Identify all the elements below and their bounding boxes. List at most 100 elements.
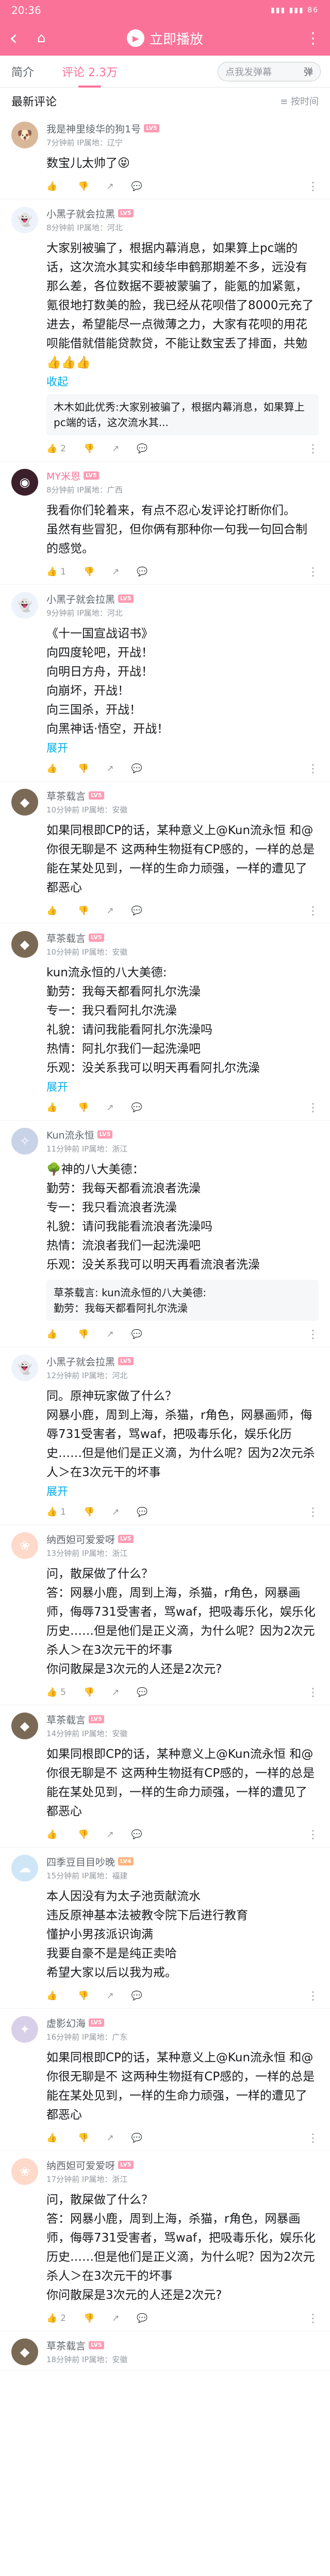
avatar[interactable]: 🐶 <box>11 122 38 148</box>
username[interactable]: 虚影幻海 <box>46 2016 86 2030</box>
reply-icon[interactable]: 💬 <box>137 2313 147 2324</box>
thumbs-down-icon[interactable]: 👎 <box>78 1329 89 1340</box>
username[interactable]: 纳西妲可爱爱呀 <box>46 2158 115 2172</box>
quoted-reply[interactable]: 木木如此优秀:大家别被骗了，根据内幕消息，如果算上pc端的话，这次流水其... <box>46 394 319 435</box>
comment-more-icon[interactable]: ⋮ <box>307 1101 319 1114</box>
home-icon[interactable]: ⌂ <box>37 30 58 46</box>
thumbs-down-icon[interactable]: 👎 <box>84 444 94 454</box>
comment-more-icon[interactable]: ⋮ <box>307 1990 319 2003</box>
username-row[interactable]: 草茶载言 LV5 <box>46 2338 319 2352</box>
reply-icon[interactable]: 💬 <box>131 1329 142 1340</box>
avatar[interactable]: ◉ <box>11 469 38 496</box>
reply-icon[interactable]: 💬 <box>131 764 142 774</box>
username[interactable]: 草茶载言 <box>46 931 86 945</box>
like-button[interactable]: 👍 1 <box>46 1507 66 1517</box>
play-now-button[interactable]: ▶ 立即播放 <box>126 29 203 48</box>
share-icon[interactable]: ↗ <box>106 2133 113 2143</box>
thumbs-down-icon[interactable]: 👎 <box>78 1829 89 1840</box>
username[interactable]: 草茶载言 <box>46 1713 86 1726</box>
username[interactable]: 小黑子就会拉黑 <box>46 207 115 221</box>
comment-more-icon[interactable]: ⋮ <box>307 180 319 193</box>
comment-more-icon[interactable]: ⋮ <box>307 566 319 579</box>
thumbs-down-icon[interactable]: 👎 <box>78 1991 89 2001</box>
reply-icon[interactable]: 💬 <box>131 1991 142 2001</box>
comment-more-icon[interactable]: ⋮ <box>307 2312 319 2325</box>
back-icon[interactable]: ‹ <box>9 28 30 48</box>
like-button[interactable]: 👍 5 <box>46 1687 66 1698</box>
comment-more-icon[interactable]: ⋮ <box>307 1686 319 1699</box>
like-button[interactable]: 👍 <box>46 1829 60 1840</box>
expand-toggle[interactable]: 收起 <box>46 374 319 389</box>
share-icon[interactable]: ↗ <box>112 1687 119 1698</box>
thumbs-down-icon[interactable]: 👎 <box>84 2313 94 2324</box>
reply-icon[interactable]: 💬 <box>137 1507 147 1517</box>
reply-icon[interactable]: 💬 <box>137 1687 147 1698</box>
avatar[interactable]: ✦ <box>11 2016 38 2043</box>
like-button[interactable]: 👍 <box>46 764 60 774</box>
username[interactable]: Kun流永恒 <box>46 1128 94 1142</box>
thumbs-down-icon[interactable]: 👎 <box>78 2133 89 2143</box>
thumbs-down-icon[interactable]: 👎 <box>84 1687 94 1698</box>
expand-toggle[interactable]: 展开 <box>46 1079 319 1094</box>
thumbs-down-icon[interactable]: 👎 <box>78 181 89 192</box>
tab-comments[interactable]: 评论 2.3万 <box>62 56 118 88</box>
reply-icon[interactable]: 💬 <box>131 2133 142 2143</box>
comment-more-icon[interactable]: ⋮ <box>307 1506 319 1519</box>
username-row[interactable]: 草茶载言 LV5 <box>46 789 319 802</box>
username[interactable]: MY米恩 <box>46 469 80 483</box>
share-icon[interactable]: ↗ <box>106 181 113 192</box>
share-icon[interactable]: ↗ <box>112 444 119 454</box>
tab-intro[interactable]: 简介 <box>11 56 34 88</box>
more-icon[interactable]: ⋮ <box>305 29 321 47</box>
share-icon[interactable]: ↗ <box>112 567 119 577</box>
username[interactable]: 纳西妲可爱爱呀 <box>46 1532 115 1546</box>
avatar[interactable]: 👻 <box>11 207 38 233</box>
expand-toggle[interactable]: 展开 <box>46 1483 319 1499</box>
danmu-input[interactable]: 点我发弹幕 弹 <box>218 62 321 81</box>
share-icon[interactable]: ↗ <box>106 1829 113 1840</box>
avatar[interactable]: ❀ <box>11 1532 38 1559</box>
reply-icon[interactable]: 💬 <box>131 1103 142 1113</box>
username-row[interactable]: Kun流永恒 LV5 <box>46 1128 319 1141</box>
reply-icon[interactable]: 💬 <box>131 1829 142 1840</box>
avatar[interactable]: ❀ <box>11 2158 38 2185</box>
share-icon[interactable]: ↗ <box>106 1103 113 1113</box>
username-row[interactable]: 小黑子就会拉黑 LV5 <box>46 592 319 605</box>
reply-icon[interactable]: 💬 <box>131 181 142 192</box>
like-button[interactable]: 👍 <box>46 1991 60 2001</box>
like-button[interactable]: 👍 <box>46 2133 60 2143</box>
like-button[interactable]: 👍 1 <box>46 567 66 577</box>
thumbs-down-icon[interactable]: 👎 <box>78 764 89 774</box>
username[interactable]: 草茶载言 <box>46 2338 86 2352</box>
share-icon[interactable]: ↗ <box>106 1991 113 2001</box>
share-icon[interactable]: ↗ <box>106 906 113 916</box>
avatar[interactable]: ◆ <box>11 931 38 958</box>
comment-more-icon[interactable]: ⋮ <box>307 1328 319 1341</box>
avatar[interactable]: ☁ <box>11 1855 38 1882</box>
reply-icon[interactable]: 💬 <box>137 567 147 577</box>
like-button[interactable]: 👍 <box>46 181 60 192</box>
username-row[interactable]: 四季豆目目吵晚 LV4 <box>46 1855 319 1868</box>
danmu-icon[interactable]: 弹 <box>304 65 313 78</box>
reply-icon[interactable]: 💬 <box>137 444 147 454</box>
username-row[interactable]: 草茶载言 LV5 <box>46 1713 319 1726</box>
thumbs-down-icon[interactable]: 👎 <box>84 567 94 577</box>
avatar[interactable]: ◆ <box>11 789 38 816</box>
username[interactable]: 小黑子就会拉黑 <box>46 1354 115 1368</box>
username-row[interactable]: 我是神里绫华的狗1号 LV5 <box>46 122 319 135</box>
username[interactable]: 我是神里绫华的狗1号 <box>46 122 141 135</box>
thumbs-down-icon[interactable]: 👎 <box>78 1103 89 1113</box>
avatar[interactable]: ✧ <box>11 1128 38 1155</box>
username-row[interactable]: 纳西妲可爱爱呀 LV5 <box>46 2158 319 2172</box>
reply-icon[interactable]: 💬 <box>131 906 142 916</box>
avatar[interactable]: ◆ <box>11 1713 38 1739</box>
share-icon[interactable]: ↗ <box>106 764 113 774</box>
avatar[interactable]: 👻 <box>11 592 38 619</box>
username-row[interactable]: 草茶载言 LV5 <box>46 931 319 944</box>
avatar[interactable]: 👻 <box>11 1354 38 1381</box>
like-button[interactable]: 👍 <box>46 1329 60 1340</box>
comment-more-icon[interactable]: ⋮ <box>307 1828 319 1841</box>
expand-toggle[interactable]: 展开 <box>46 740 319 755</box>
username-row[interactable]: 纳西妲可爱爱呀 LV5 <box>46 1532 319 1546</box>
comment-more-icon[interactable]: ⋮ <box>307 905 319 918</box>
